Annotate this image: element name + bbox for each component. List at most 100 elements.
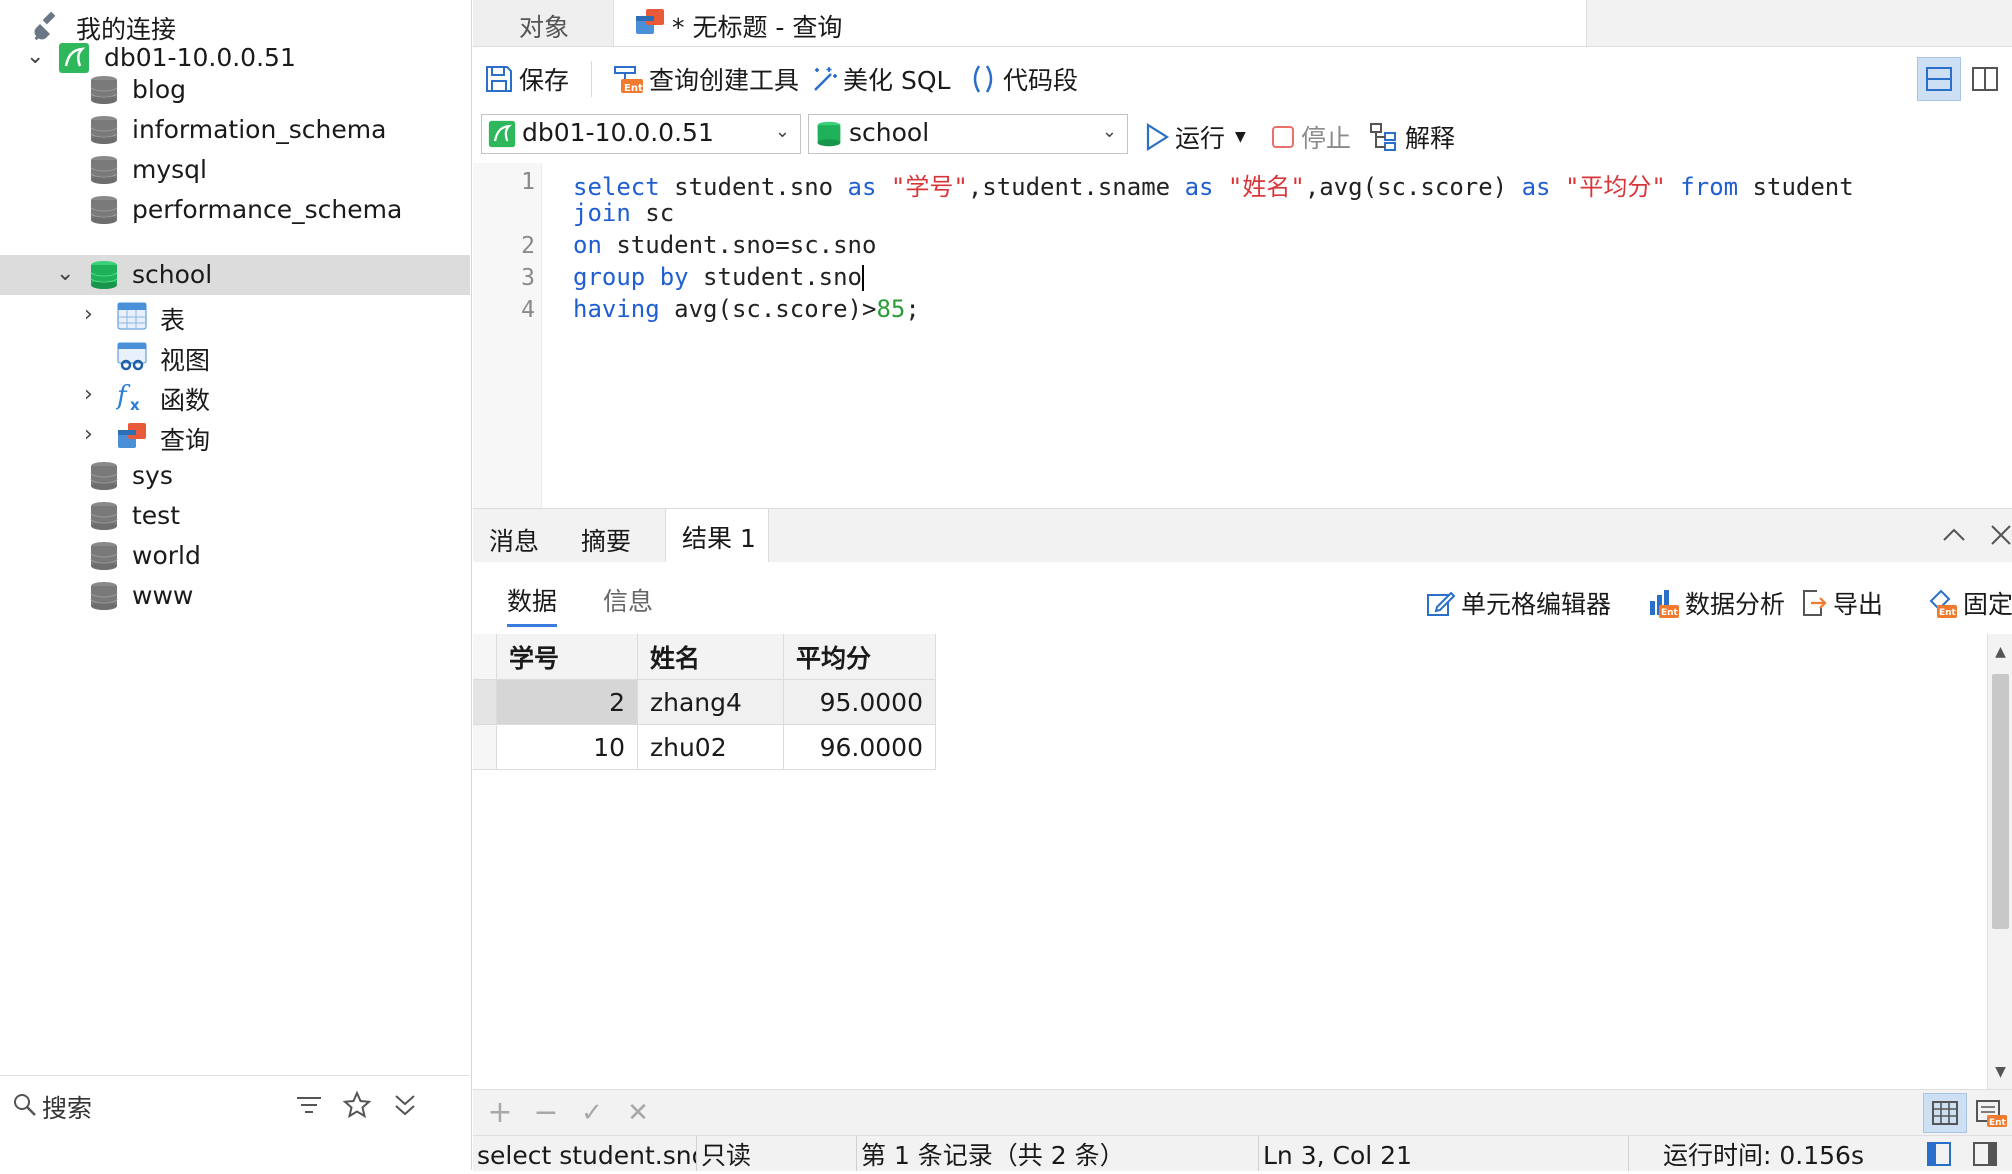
table-cell[interactable]: zhang4 [638, 680, 784, 725]
editor-toolbar: 保存 Ent 查询创建工具 美化 SQL 代码段 [473, 47, 2012, 109]
chevron-up-icon[interactable] [1939, 521, 1969, 557]
subtab-data[interactable]: 数据 [507, 582, 558, 627]
code-line-2: on student.sno=sc.sno [573, 231, 877, 259]
code-snippet-label: 代码段 [1003, 66, 1079, 95]
layout-vertical-split-button[interactable] [1963, 57, 2007, 101]
tree-db-performance-schema[interactable]: performance_schema [0, 190, 470, 230]
column-header-sno[interactable]: 学号 [497, 634, 638, 680]
beautify-sql-label: 美化 SQL [843, 66, 951, 95]
tree-db-school[interactable]: ⌄ school [0, 255, 470, 295]
magic-wand-icon [814, 67, 837, 91]
save-button-label: 保存 [519, 66, 570, 95]
tree-queries[interactable]: › 查询 [0, 416, 470, 456]
function-icon: fx [115, 380, 148, 414]
chevron-right-icon[interactable]: › [84, 302, 108, 330]
form-view-button[interactable]: Ent [1969, 1093, 2012, 1133]
chevron-down-icon[interactable]: ⌄ [56, 261, 80, 289]
database-select[interactable]: school ⌄ [808, 114, 1128, 154]
grid-view-button[interactable] [1923, 1093, 1967, 1133]
code-snippet-button[interactable]: 代码段 [967, 59, 1078, 99]
sql-editor[interactable]: 1 2 3 4 select student.sno as "学号",stude… [473, 163, 2012, 508]
run-toolbar: db01-10.0.0.51 ⌄ school ⌄ 运行 ▼ 停止 解释 [473, 109, 2012, 163]
database-icon [88, 540, 120, 572]
scroll-up-icon[interactable]: ▲ [1988, 644, 2012, 660]
tree-db-world[interactable]: world [0, 536, 470, 576]
chevron-right-icon[interactable]: › [84, 422, 108, 450]
table-cell[interactable]: 2 [497, 680, 638, 725]
table-cell[interactable]: 96.0000 [784, 725, 936, 770]
add-row-icon[interactable]: + [483, 1096, 517, 1130]
chevron-right-icon[interactable]: › [84, 382, 108, 410]
stop-icon [1272, 126, 1294, 148]
tree-db-blog[interactable]: blog [0, 70, 470, 110]
tree-item-label: 函数 [160, 386, 211, 415]
delete-row-icon[interactable]: − [529, 1096, 563, 1130]
tree-db-sys[interactable]: sys [0, 456, 470, 496]
line-number: 4 [521, 297, 535, 323]
query-builder-button[interactable]: Ent 查询创建工具 [613, 59, 799, 99]
panel-right-icon[interactable] [1971, 1140, 1999, 1174]
grid-toolbar: + − ✓ ✕ Ent [473, 1089, 2012, 1136]
tab-summary[interactable]: 摘要 [559, 509, 659, 562]
table-cell[interactable]: 10 [497, 725, 638, 770]
explain-button[interactable]: 解释 [1369, 117, 1455, 157]
data-analysis-icon: Ent [1650, 590, 1679, 618]
row-marker[interactable] [473, 725, 497, 770]
line-number: 3 [521, 265, 535, 291]
svg-text:f: f [116, 381, 131, 411]
apply-changes-icon[interactable]: ✓ [575, 1096, 609, 1130]
line-number: 2 [521, 233, 535, 259]
collapse-all-icon[interactable] [390, 1090, 420, 1120]
export-label: 导出 [1833, 590, 1884, 619]
tree-db-label: information_schema [132, 115, 387, 144]
save-icon [486, 66, 512, 92]
run-dropdown-icon[interactable]: ▼ [1235, 129, 1246, 145]
data-analysis-button[interactable]: Ent 数据分析 [1647, 586, 1785, 620]
search-input[interactable]: 搜索 [42, 1089, 92, 1125]
column-header-sname[interactable]: 姓名 [638, 634, 784, 680]
tree-db-label: blog [132, 75, 186, 104]
beautify-sql-button[interactable]: 美化 SQL [809, 59, 950, 99]
discard-changes-icon[interactable]: ✕ [621, 1096, 655, 1130]
tree-db-test[interactable]: test [0, 496, 470, 536]
stop-button[interactable]: 停止 [1269, 117, 1351, 157]
panel-left-icon[interactable] [1925, 1140, 1953, 1174]
run-button-label: 运行 [1175, 124, 1226, 153]
navigation-sidebar: 我的连接 ⌄ db01-10.0.0.51 blog information_s… [0, 0, 472, 1170]
column-header-avg[interactable]: 平均分 [784, 634, 936, 680]
tree-db-mysql[interactable]: mysql [0, 150, 470, 190]
cell-editor-button[interactable]: 单元格编辑器 [1425, 586, 1611, 620]
subtab-info[interactable]: 信息 [603, 582, 653, 618]
tab-messages[interactable]: 消息 [473, 509, 559, 562]
save-button[interactable]: 保存 [483, 59, 569, 99]
tree-functions[interactable]: › fx 函数 [0, 376, 470, 416]
sidebar-search[interactable]: 搜索 [0, 1075, 470, 1134]
scroll-down-icon[interactable]: ▼ [1988, 1064, 2012, 1080]
filter-icon[interactable] [294, 1090, 324, 1120]
table-cell[interactable]: 95.0000 [784, 680, 936, 725]
scrollbar-thumb[interactable] [1992, 674, 2009, 929]
tab-query[interactable]: * 无标题 - 查询 [613, 0, 1587, 46]
tab-result-1[interactable]: 结果 1 [665, 509, 769, 563]
star-icon[interactable] [342, 1090, 372, 1120]
tab-objects[interactable]: 对象 [473, 0, 613, 46]
run-button[interactable]: 运行 ▼ [1143, 117, 1246, 157]
close-icon[interactable] [1987, 521, 2012, 555]
chevron-down-icon[interactable]: ⌄ [26, 44, 50, 72]
pin-button[interactable]: Ent 固定 [1925, 586, 2012, 620]
grid-vertical-scrollbar[interactable]: ▲ ▼ [1987, 634, 2012, 1089]
code-line-3: group by student.sno [573, 263, 864, 291]
line-number: 1 [521, 169, 535, 195]
tree-views[interactable]: 视图 [0, 336, 470, 376]
table-cell[interactable]: zhu02 [638, 725, 784, 770]
tree-db-www[interactable]: www [0, 576, 470, 616]
export-button[interactable]: 导出 [1799, 586, 1883, 620]
row-marker-selected[interactable] [473, 680, 497, 725]
connection-select[interactable]: db01-10.0.0.51 ⌄ [481, 114, 801, 154]
result-grid[interactable]: 学号 姓名 平均分 2 zhang4 95.0000 10 zhu02 96.0… [473, 634, 1993, 1089]
tree-tables[interactable]: › 表 [0, 296, 470, 336]
vertical-split-icon [1972, 67, 1998, 91]
tree-db-information-schema[interactable]: information_schema [0, 110, 470, 150]
layout-horizontal-split-button[interactable] [1917, 57, 1961, 101]
database-icon [88, 114, 120, 146]
